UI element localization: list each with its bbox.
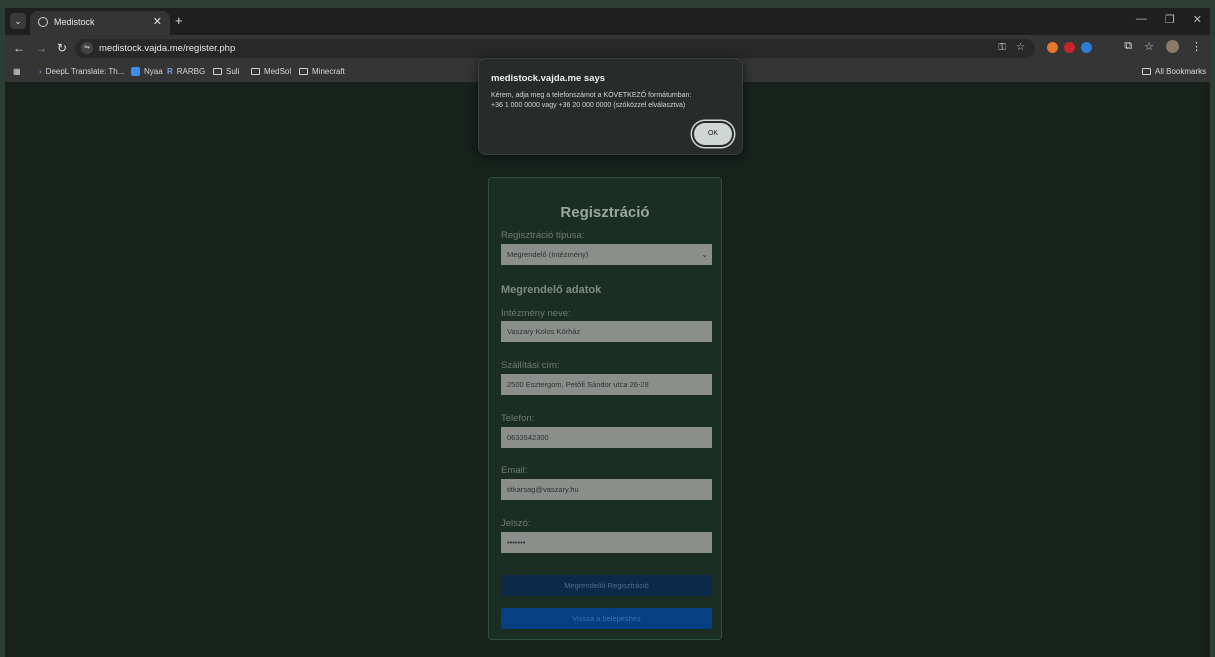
new-tab-button[interactable]: + [175, 13, 183, 28]
email-input[interactable]: titkarsag@vaszary.hu [501, 479, 712, 500]
chevron-down-icon: ⌄ [701, 250, 708, 259]
folder-icon [1142, 68, 1151, 75]
alert-dialog: medistock.vajda.me says Kérem, adja meg … [478, 58, 743, 155]
url-text[interactable]: medistock.vajda.me/register.php [99, 43, 235, 54]
site-info-icon[interactable]: ⇋ [81, 42, 93, 54]
password-key-icon[interactable]: ⚿ [998, 42, 1006, 53]
password-input[interactable]: ••••••• [501, 532, 712, 553]
bookmark-rarbg[interactable]: R RARBG [167, 67, 205, 76]
bookmark-folder-suli[interactable]: Suli [213, 67, 239, 76]
tab-medistock[interactable]: Medistock ✕ [30, 11, 170, 35]
tab-search-button[interactable]: ⌄ [10, 13, 26, 29]
phone-input[interactable]: 0633542300 [501, 427, 712, 448]
bookmark-folder-medsol[interactable]: MedSol [251, 67, 291, 76]
scrollbar[interactable] [1205, 82, 1210, 657]
address-bar[interactable]: ⇋ medistock.vajda.me/register.php ⚿ ☆ [75, 39, 1035, 58]
registration-form: Regisztráció Regisztráció típusa: Megren… [488, 177, 722, 640]
address-input[interactable]: 2500 Esztergom, Petőfi Sándor utca 26-28 [501, 374, 712, 395]
restore-button[interactable]: ❐ [1165, 13, 1175, 26]
password-label: Jelszó: [501, 518, 531, 529]
folder-icon [251, 68, 260, 75]
page-content: Regisztráció Regisztráció típusa: Megren… [5, 82, 1205, 657]
extensions-puzzle-icon[interactable]: ⧉ [1124, 40, 1132, 53]
dialog-message-line: +36 1 000 0000 vagy +36 20 000 0000 (szó… [491, 102, 686, 109]
folder-icon [299, 68, 308, 75]
apps-grid-icon[interactable]: ▦ [13, 67, 21, 76]
extension-icon-red[interactable] [1064, 42, 1075, 53]
bookmark-star-icon[interactable]: ☆ [1016, 42, 1025, 53]
extension-icon-orange[interactable] [1047, 42, 1058, 53]
reading-list-icon[interactable]: ☆ [1144, 40, 1154, 53]
bookmark-deepl[interactable]: › DeepL Translate: Th... [39, 67, 124, 76]
register-button[interactable]: Megrendelői Regisztráció [501, 575, 712, 596]
tab-title: Medistock [54, 17, 95, 27]
address-label: Szállítási cím: [501, 360, 560, 371]
close-icon[interactable]: ✕ [153, 15, 162, 28]
back-to-login-button[interactable]: Vissza a belépéshez [501, 608, 712, 629]
bookmark-label: Nyaa [144, 67, 163, 76]
bookmark-label: DeepL Translate: Th... [45, 67, 125, 76]
back-arrow-icon[interactable]: ← [13, 41, 25, 55]
bookmark-label: MedSol [264, 67, 292, 76]
extension-icon-blue[interactable] [1081, 42, 1092, 53]
close-window-button[interactable]: ✕ [1193, 13, 1202, 26]
all-bookmarks-label: All Bookmarks [1155, 67, 1207, 76]
profile-avatar[interactable] [1166, 40, 1179, 53]
favicon-icon [38, 17, 48, 27]
extensions-area [1047, 42, 1092, 53]
section-title: Megrendelő adatok [501, 284, 602, 296]
menu-kebab-icon[interactable]: ⋮ [1191, 40, 1202, 53]
institution-label: Intézmény neve: [501, 308, 571, 319]
dialog-message: Kérem, adja meg a telefonszámot a KÖVETK… [491, 91, 736, 111]
bookmark-label: Minecraft [312, 67, 345, 76]
window-controls: — ❐ ✕ [1136, 13, 1202, 26]
bookmark-folder-minecraft[interactable]: Minecraft [299, 67, 345, 76]
tab-strip: ⌄ Medistock ✕ + — ❐ ✕ [5, 8, 1210, 35]
rarbg-icon: R [167, 67, 173, 76]
ok-button[interactable]: OK [694, 123, 732, 145]
registration-type-label: Regisztráció típusa: [501, 230, 585, 241]
folder-icon [213, 68, 222, 75]
dialog-title: medistock.vajda.me says [491, 73, 606, 84]
bookmark-label: Suli [226, 67, 240, 76]
page-title: Regisztráció [560, 204, 650, 221]
registration-type-select[interactable]: Megrendelő (Intézmény) ⌄ [501, 244, 712, 265]
phone-label: Telefon: [501, 413, 535, 424]
registration-type-value: Megrendelő (Intézmény) [507, 250, 589, 259]
minimize-button[interactable]: — [1136, 13, 1147, 26]
bookmark-label: RARBG [176, 67, 206, 76]
nyaa-icon [131, 67, 140, 76]
reload-icon[interactable]: ↻ [57, 41, 67, 55]
forward-arrow-icon[interactable]: → [35, 41, 47, 55]
deepl-icon: › [39, 67, 42, 76]
browser-window: ⌄ Medistock ✕ + — ❐ ✕ ← → ↻ ⇋ medistock.… [5, 8, 1210, 657]
dialog-message-line: Kérem, adja meg a telefonszámot a KÖVETK… [491, 92, 692, 99]
bookmark-nyaa[interactable]: Nyaa [131, 67, 163, 76]
all-bookmarks-button[interactable]: All Bookmarks [1142, 67, 1206, 76]
email-label: Email: [501, 465, 528, 476]
institution-input[interactable]: Vaszary Kolos Kórház [501, 321, 712, 342]
